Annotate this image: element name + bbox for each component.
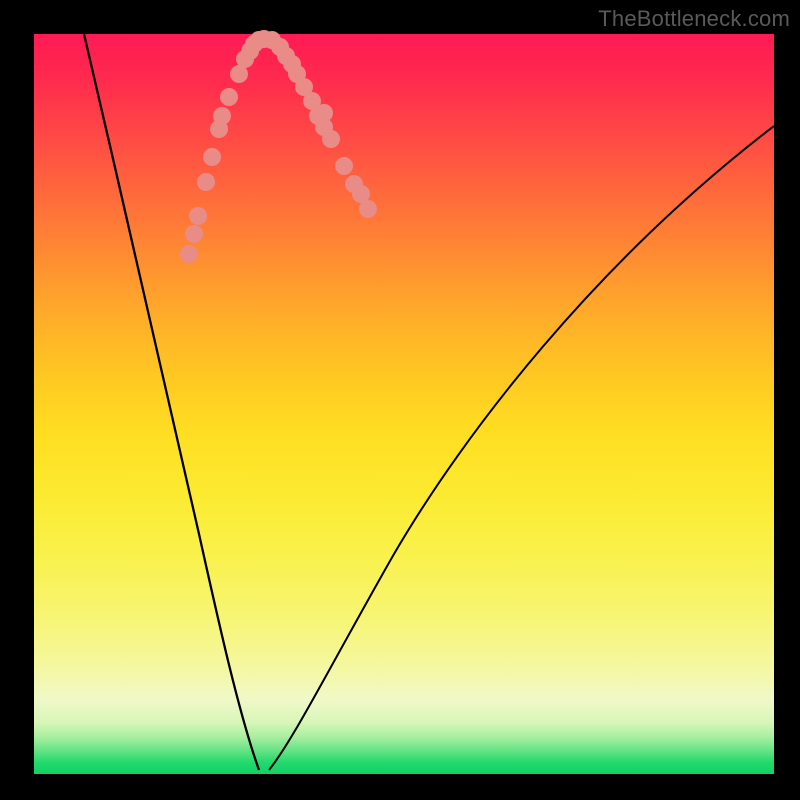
data-point	[283, 55, 301, 73]
data-point	[203, 148, 221, 166]
data-point	[189, 207, 207, 225]
data-point	[315, 104, 333, 122]
data-point	[359, 200, 377, 218]
data-point	[180, 245, 198, 263]
data-point	[322, 130, 340, 148]
curve-group	[84, 34, 774, 770]
data-point	[185, 225, 203, 243]
watermark-text: TheBottleneck.com	[598, 6, 790, 32]
data-point	[213, 107, 231, 125]
chart-frame: TheBottleneck.com	[0, 0, 800, 800]
left-curve	[84, 34, 259, 770]
data-point	[335, 157, 353, 175]
data-point	[197, 173, 215, 191]
plot-area	[34, 34, 774, 774]
chart-svg	[34, 34, 774, 774]
marker-group	[180, 30, 377, 263]
right-curve	[269, 126, 774, 770]
data-point	[220, 88, 238, 106]
